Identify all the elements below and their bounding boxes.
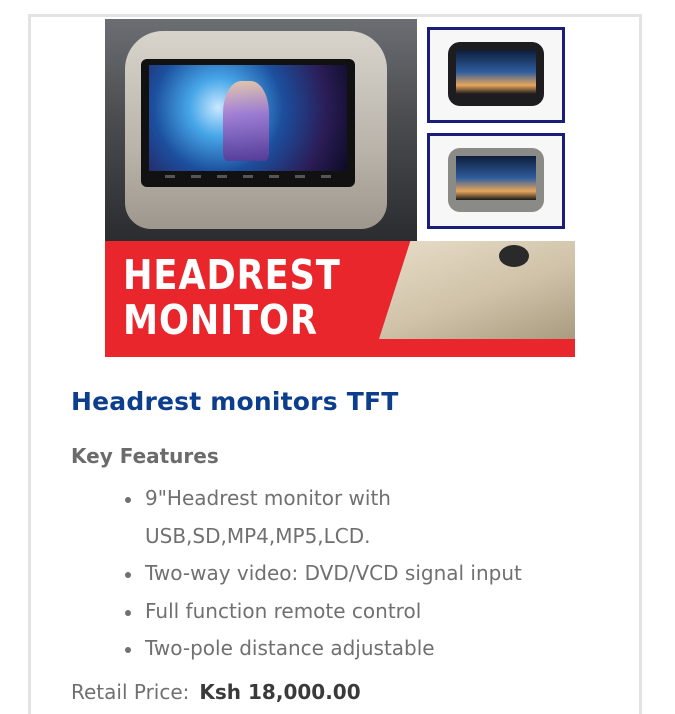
screen-display: [149, 65, 347, 171]
banner-line-2: MONITOR: [123, 296, 318, 344]
product-card: HEADREST MONITOR Headrest monitors TFT K…: [28, 14, 642, 714]
port-panel-photo: [379, 241, 575, 339]
list-item: Two-way video: DVD/VCD signal input: [125, 555, 565, 593]
features-heading: Key Features: [71, 444, 219, 468]
banner-text: HEADREST MONITOR: [123, 253, 341, 343]
knob: [499, 245, 529, 267]
thumbnail-black-monitor: [427, 27, 565, 123]
list-item: Two-pole distance adjustable: [125, 630, 565, 668]
price-row: Retail Price: Ksh 18,000.00: [71, 680, 361, 704]
headrest-shape: [125, 31, 387, 229]
monitor-buttons: [157, 175, 339, 181]
list-item: 9"Headrest monitor with USB,SD,MP4,MP5,L…: [125, 480, 565, 555]
banner-line-1: HEADREST: [123, 251, 341, 299]
thumbnail-panel: [417, 19, 575, 241]
price-value: Ksh 18,000.00: [199, 680, 361, 704]
product-title[interactable]: Headrest monitors TFT: [71, 387, 398, 416]
headrest-photo: [105, 19, 417, 241]
thumbnail-grey-monitor: [427, 133, 565, 229]
list-item: Full function remote control: [125, 593, 565, 631]
price-label: Retail Price:: [71, 680, 190, 704]
monitor-screen: [141, 59, 355, 187]
screen-character: [223, 81, 269, 161]
feature-list: 9"Headrest monitor with USB,SD,MP4,MP5,L…: [125, 480, 565, 668]
product-image[interactable]: HEADREST MONITOR: [105, 19, 575, 357]
banner-underline: [105, 349, 575, 357]
